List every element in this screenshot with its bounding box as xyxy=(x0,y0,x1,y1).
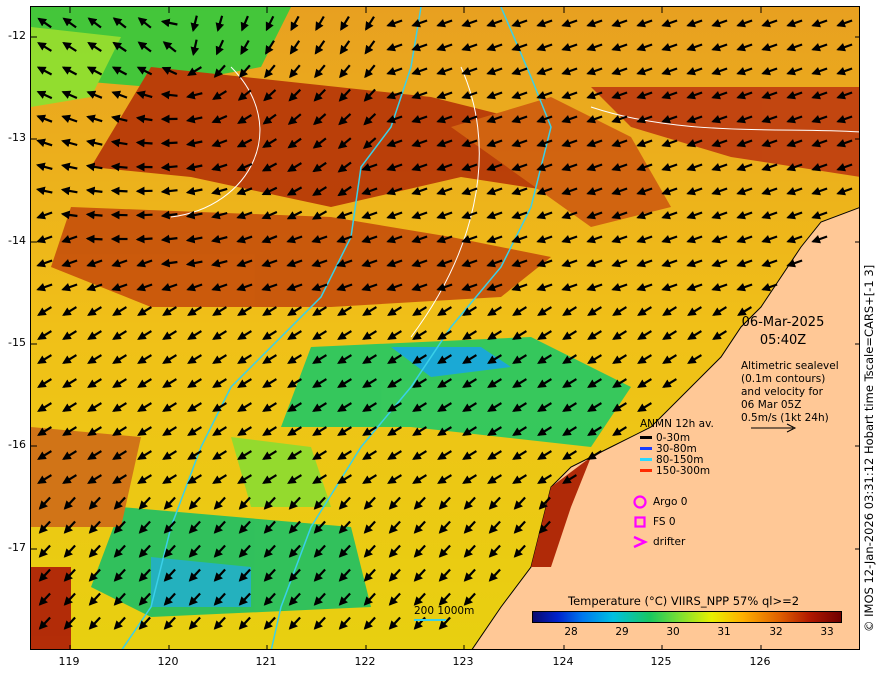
swatch-icon xyxy=(640,458,652,461)
velocity-arrow xyxy=(110,162,128,172)
fs-legend-item: FS 0 xyxy=(632,512,687,532)
scale-arrow-icon xyxy=(751,423,797,433)
altimetry-line: and velocity for xyxy=(741,386,823,398)
lat-tick-label: -13 xyxy=(8,131,26,144)
isobath-swatch xyxy=(414,619,446,621)
lon-tick-label: 124 xyxy=(552,655,574,668)
velocity-arrow xyxy=(110,186,128,196)
drifter-legend-item: drifter xyxy=(632,532,687,552)
lon-tick-label: 122 xyxy=(354,655,376,668)
lon-tick-label: 125 xyxy=(650,655,672,668)
isobath-label: 200 1000m xyxy=(414,605,475,617)
altimetry-note: Altimetric sealevel (0.1m contours) and … xyxy=(741,360,839,433)
date-label: 06-Mar-2025 xyxy=(741,315,825,330)
swatch-icon xyxy=(640,469,652,472)
lon-tick-label: 119 xyxy=(58,655,80,668)
velocity-arrow xyxy=(85,210,103,220)
lat-tick-label: -16 xyxy=(8,438,26,451)
velocity-arrow xyxy=(135,234,153,244)
platform-legend: Argo 0 FS 0 drifter xyxy=(632,492,687,552)
temperature-colorbar xyxy=(532,611,842,623)
drifter-chevron-icon xyxy=(633,535,648,549)
colorbar-tick-label: 33 xyxy=(820,626,834,638)
lon-tick-label: 126 xyxy=(749,655,771,668)
copyright-note: © IMOS 12-Jan-2026 03:31:12 Hobart time … xyxy=(862,264,876,632)
anmn-legend-title: ANMN 12h av. xyxy=(640,418,714,430)
velocity-arrow xyxy=(160,162,178,172)
velocity-arrow xyxy=(160,138,178,148)
altimetry-line: Altimetric sealevel xyxy=(741,360,839,372)
altimetry-line: 06 Mar 05Z xyxy=(741,399,802,411)
lon-tick-label: 123 xyxy=(452,655,474,668)
anmn-legend-item: 150-300m xyxy=(640,465,714,477)
anmn-legend: ANMN 12h av. 0-30m 30-80m 80-150m 150-30… xyxy=(640,418,714,477)
lon-tick-label: 121 xyxy=(255,655,277,668)
lat-tick-label: -14 xyxy=(8,234,26,247)
colorbar-tick-label: 31 xyxy=(717,626,731,638)
colorbar-title: Temperature (°C) VIIRS_NPP 57% ql>=2 xyxy=(568,594,800,608)
anmn-legend-item: 80-150m xyxy=(640,454,714,466)
lat-tick-label: -17 xyxy=(8,541,26,554)
swatch-icon xyxy=(640,447,652,450)
colorbar-tick-label: 28 xyxy=(564,626,578,638)
anmn-legend-item: 0-30m xyxy=(640,432,714,444)
fs-square-icon xyxy=(634,516,646,528)
velocity-arrow xyxy=(135,210,153,220)
lat-tick-label: -12 xyxy=(8,29,26,42)
velocity-arrow xyxy=(85,234,103,244)
date-annotation: 06-Mar-2025 05:40Z xyxy=(735,314,831,350)
lat-tick-label: -15 xyxy=(8,336,26,349)
colorbar-tick-label: 29 xyxy=(615,626,629,638)
anmn-legend-item: 30-80m xyxy=(640,443,714,455)
time-label: 05:40Z xyxy=(759,333,807,348)
argo-legend-item: Argo 0 xyxy=(632,492,687,512)
argo-circle-icon xyxy=(633,495,647,509)
altimetry-line: (0.1m contours) xyxy=(741,373,826,385)
colorbar-tick-label: 32 xyxy=(769,626,783,638)
velocity-arrow xyxy=(135,138,153,148)
swatch-icon xyxy=(640,436,652,439)
colorbar-tick-label: 30 xyxy=(666,626,680,638)
lon-tick-label: 120 xyxy=(157,655,179,668)
